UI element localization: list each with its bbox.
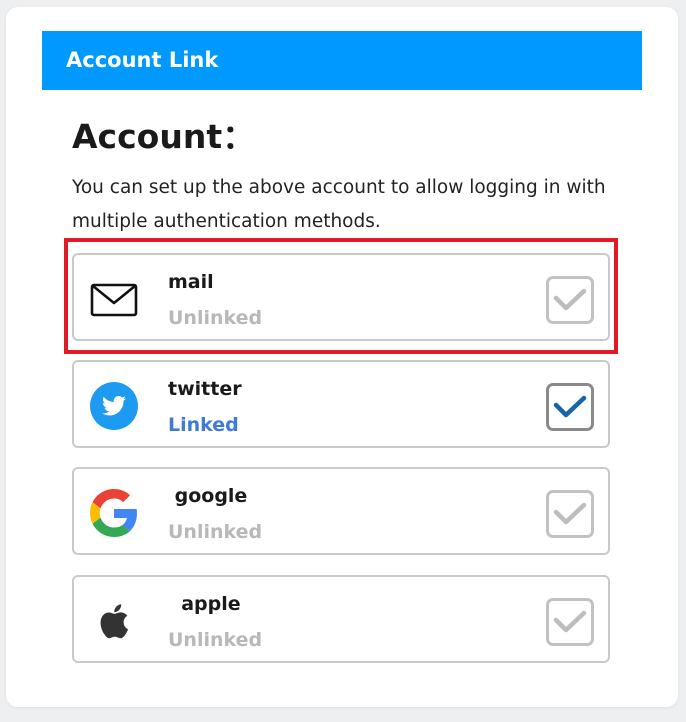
checkmark-icon xyxy=(553,502,587,525)
link-checkbox-google[interactable] xyxy=(546,490,594,538)
section-title: Account： xyxy=(72,117,256,156)
link-checkbox-apple[interactable] xyxy=(546,598,594,646)
apple-icon xyxy=(90,597,138,645)
account-row-mail[interactable]: mail Unlinked xyxy=(72,253,610,341)
link-checkbox-mail[interactable] xyxy=(546,276,594,324)
link-checkbox-twitter[interactable] xyxy=(546,383,594,431)
account-name: twitter xyxy=(168,378,242,400)
mail-icon xyxy=(90,275,138,323)
section-description: You can set up the above account to allo… xyxy=(72,177,606,232)
account-link-card: Account Link Account： You can set up the… xyxy=(6,7,678,707)
checkmark-icon xyxy=(553,610,587,633)
account-name: apple xyxy=(168,593,241,615)
account-status: Unlinked xyxy=(168,521,263,543)
google-icon xyxy=(90,489,138,537)
account-status: Unlinked xyxy=(168,629,263,651)
account-name: google xyxy=(168,485,248,507)
account-row-google[interactable]: google Unlinked xyxy=(72,467,610,555)
checkmark-icon xyxy=(553,395,587,418)
account-name: mail xyxy=(168,271,214,293)
account-row-twitter[interactable]: twitter Linked xyxy=(72,360,610,448)
card-header: Account Link xyxy=(42,31,642,90)
account-row-apple[interactable]: apple Unlinked xyxy=(72,575,610,663)
account-status: Unlinked xyxy=(168,307,263,329)
checkmark-icon xyxy=(553,288,587,311)
account-status: Linked xyxy=(168,414,239,436)
twitter-icon xyxy=(90,382,138,430)
